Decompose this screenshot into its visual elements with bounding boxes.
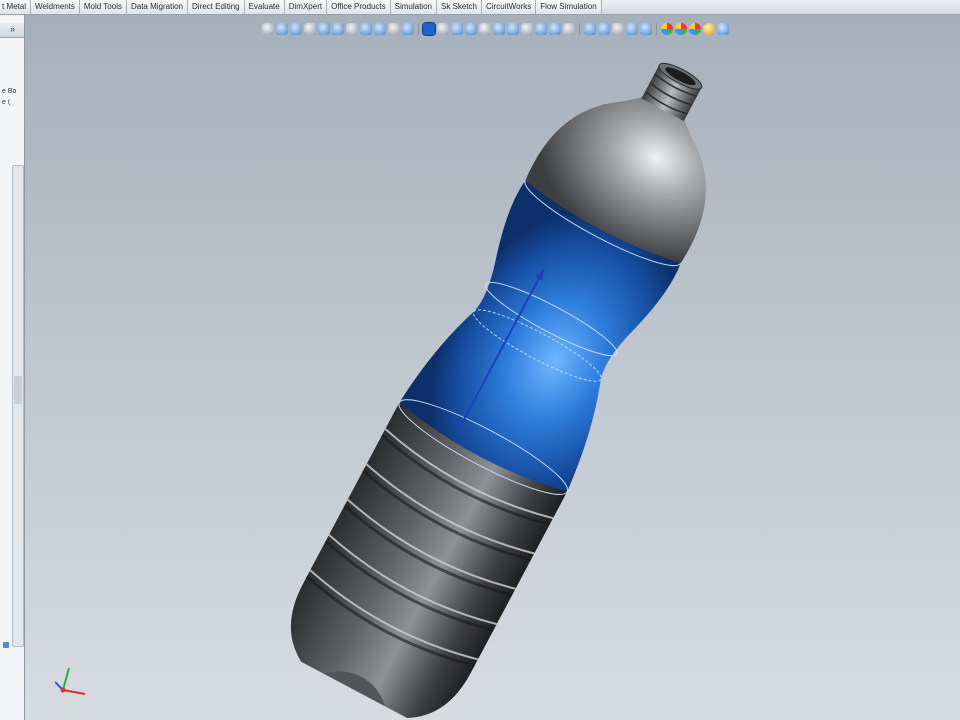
heads-up-view-toolbar [262,20,852,38]
apply-scene-icon[interactable] [388,23,400,35]
shaded-with-edges-icon[interactable] [612,23,624,35]
command-tab[interactable]: Simulation [390,0,437,14]
curvature-icon[interactable] [626,23,638,35]
zoom-to-area-icon[interactable] [276,23,288,35]
hidden-lines-icon[interactable] [584,23,596,35]
feature-manager-panel: » e Bo e ( [0,15,25,720]
command-tab[interactable]: Sk Sketch [436,0,482,14]
feature-tree-scrollbar[interactable] [12,165,24,647]
previous-view-icon[interactable] [290,23,302,35]
command-tab[interactable]: CircuitWorks [482,0,537,14]
zebra-stripes-icon[interactable] [640,23,652,35]
command-tab[interactable]: Weldments [31,0,80,14]
toolbar-separator [656,23,657,35]
command-tab[interactable]: t Metal [0,0,32,14]
dynamic-annotation-icon[interactable] [318,23,330,35]
roll-view-icon[interactable] [465,23,477,35]
toolbar-separator [579,23,580,35]
front-view-icon[interactable] [479,23,491,35]
shaded-icon[interactable] [422,22,436,36]
rotate-view-icon[interactable] [437,23,449,35]
reference-triad [55,667,86,695]
wireframe-icon[interactable] [598,23,610,35]
top-view-icon[interactable] [493,23,505,35]
decals-icon[interactable] [689,23,701,35]
command-tab[interactable]: Evaluate [244,0,285,14]
appearance-palette-icon[interactable] [661,23,673,35]
view-settings-icon[interactable] [402,23,414,35]
realview-icon[interactable] [563,23,575,35]
feature-tree-item[interactable]: e ( [2,99,22,106]
command-tab[interactable]: Mold Tools [79,0,127,14]
command-tab[interactable]: Flow Simulation [536,0,602,14]
shadows-icon[interactable] [549,23,561,35]
help-icon[interactable] [717,23,729,35]
command-tab[interactable]: Data Migration [126,0,189,14]
normal-to-icon[interactable] [521,23,533,35]
scrollbar-thumb[interactable] [14,376,22,404]
graphics-viewport[interactable] [25,15,960,720]
isometric-view-icon[interactable] [507,23,519,35]
command-tab[interactable]: Direct Editing [188,0,245,14]
bottle-model[interactable] [25,15,960,720]
section-view-icon[interactable] [304,23,316,35]
pan-icon[interactable] [451,23,463,35]
panel-header: » [0,23,24,38]
feature-tree-item[interactable]: e Bo [2,88,22,95]
status-icon [3,642,9,648]
zoom-to-fit-icon[interactable] [262,23,274,35]
scene-sphere-icon[interactable] [675,23,687,35]
lighting-icon[interactable] [703,23,715,35]
toolbar-separator [418,23,419,35]
perspective-icon[interactable] [535,23,547,35]
view-orientation-icon[interactable] [332,23,344,35]
command-manager-tabs: t Metal Weldments Mold Tools Data Migration… [0,0,960,15]
hide-show-items-icon[interactable] [360,23,372,35]
collapse-panel-icon[interactable]: » [10,24,15,34]
display-style-icon[interactable] [346,23,358,35]
command-tab[interactable]: Office Products [327,0,391,14]
edit-appearance-icon[interactable] [374,23,386,35]
command-tab[interactable]: DimXpert [284,0,328,14]
